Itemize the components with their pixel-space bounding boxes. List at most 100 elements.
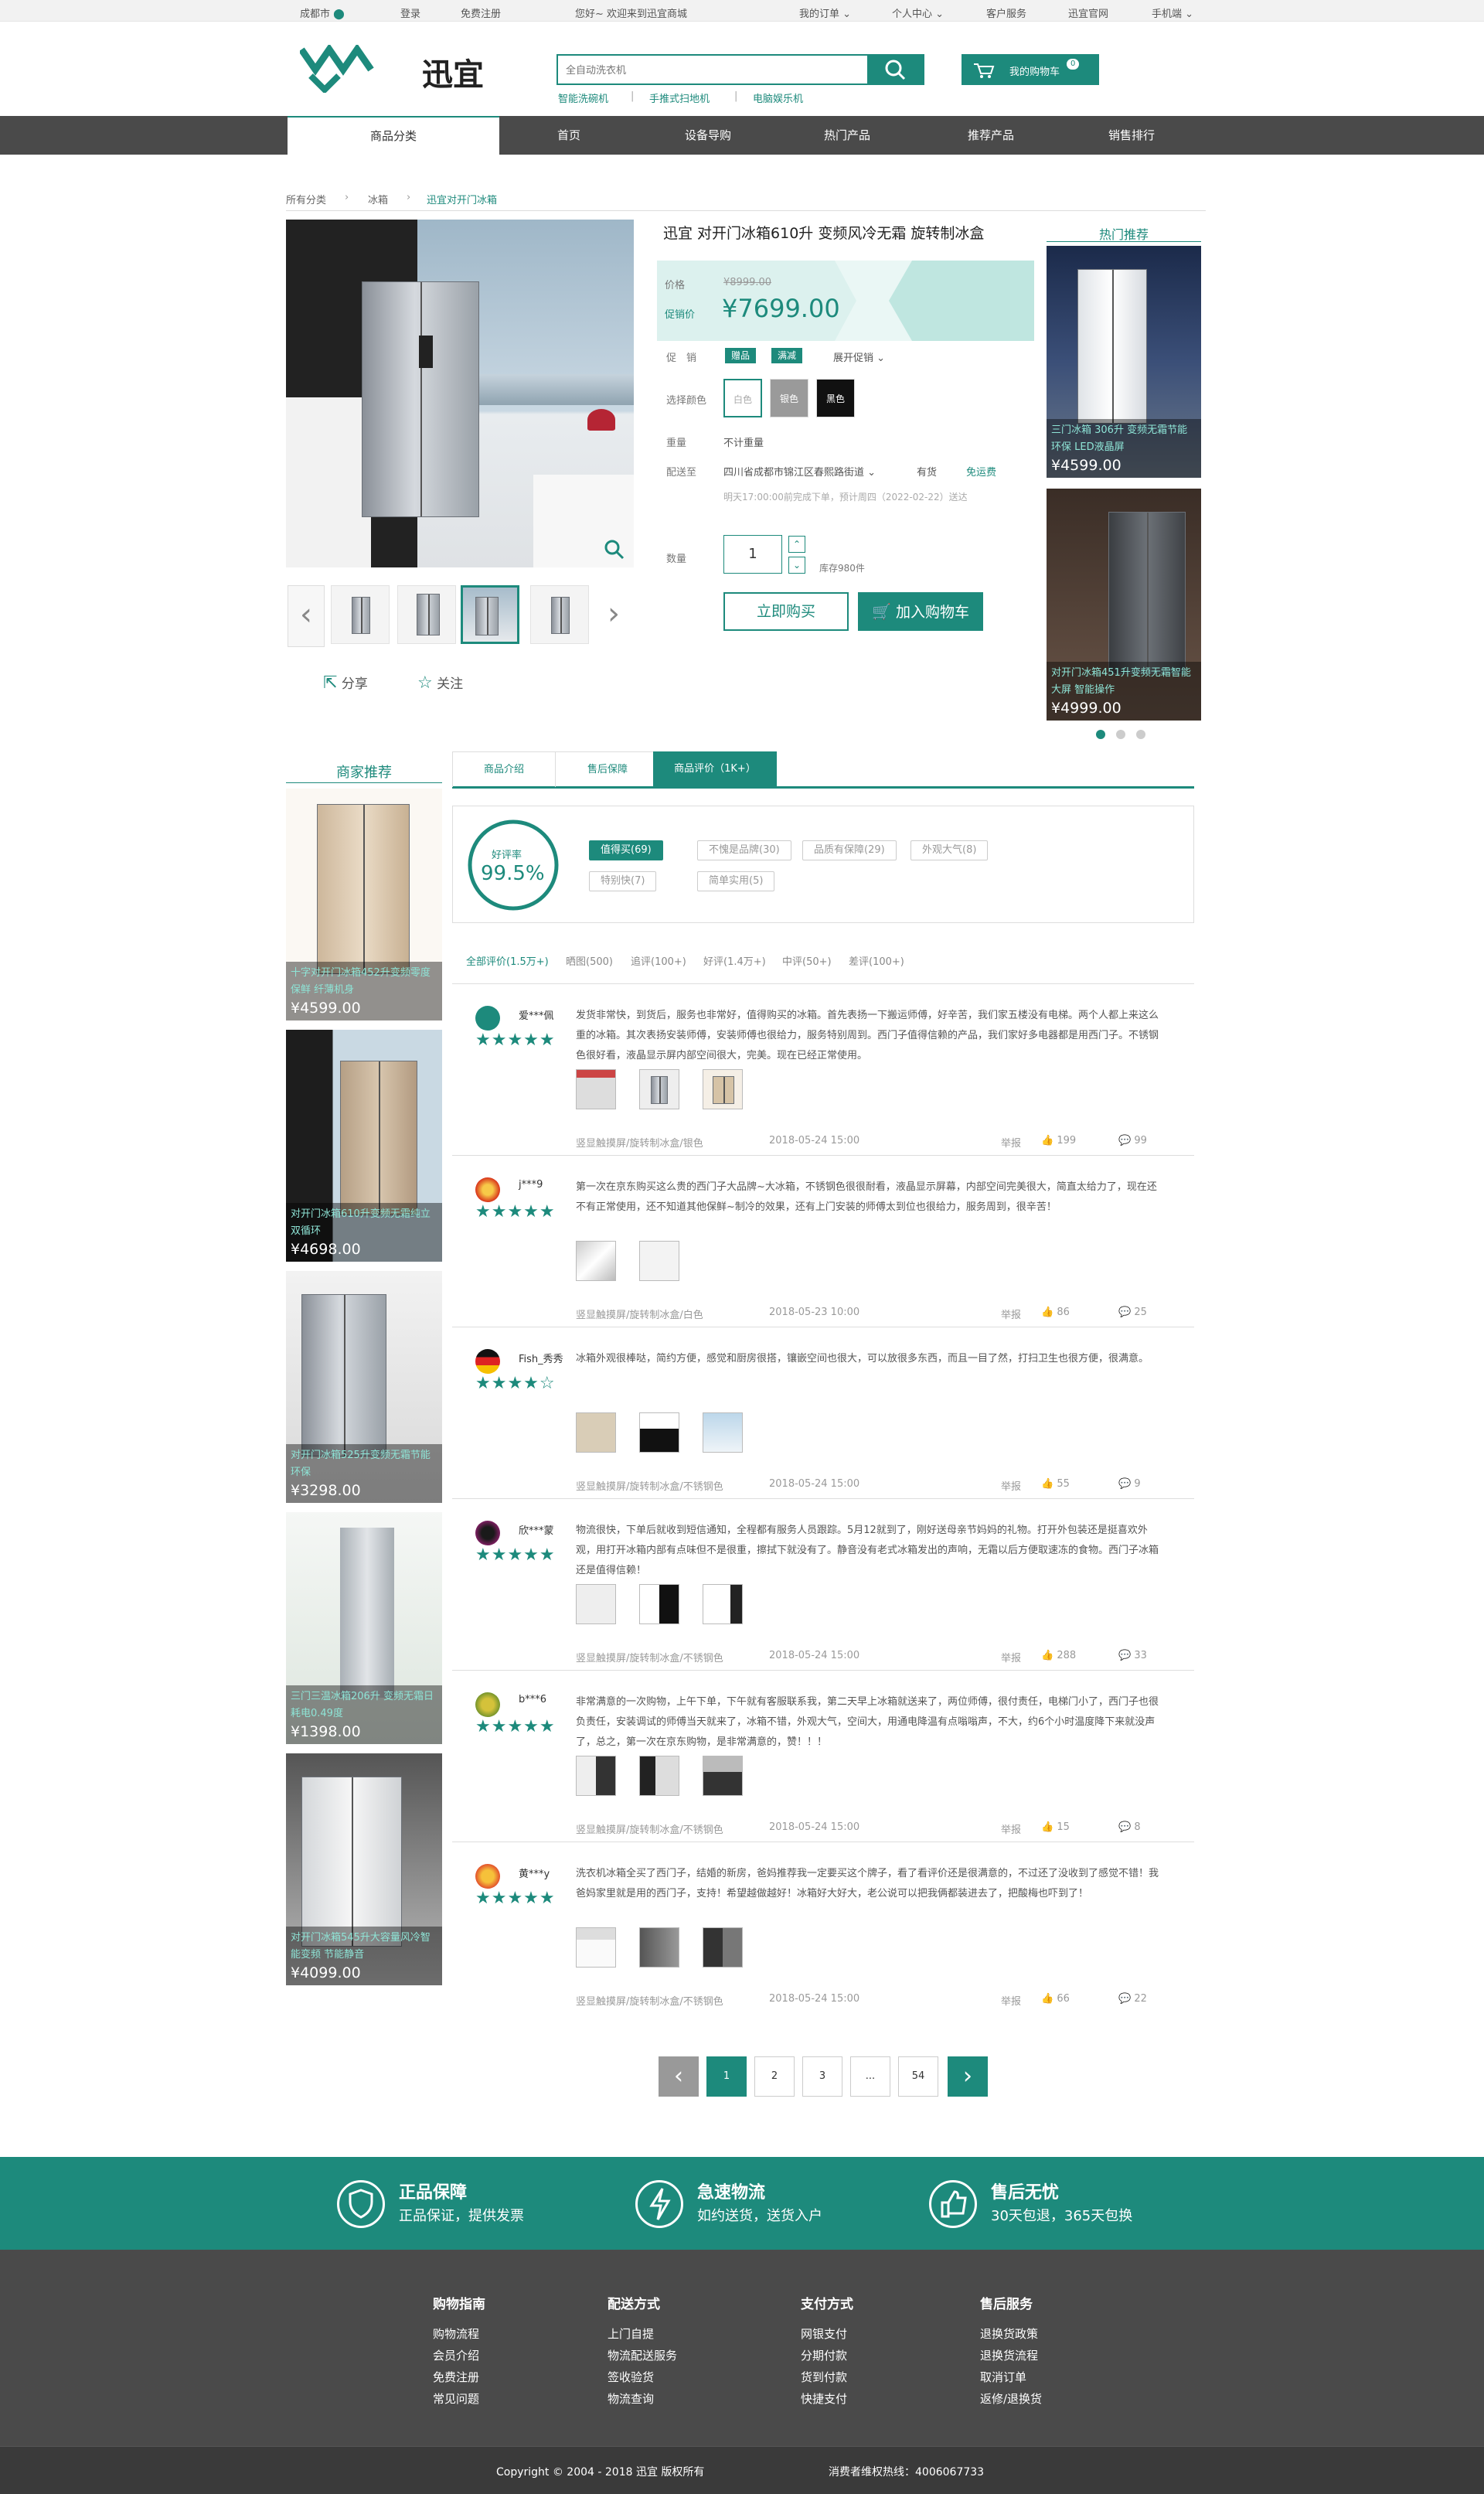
comment-button[interactable]: 💬 22 xyxy=(1118,1993,1147,2005)
footer-link[interactable]: 会员介绍 xyxy=(433,2345,485,2366)
hot-product-card[interactable]: 对开门冰箱451升变频无霜智能大屏 智能操作 ¥4999.00 xyxy=(1047,489,1201,721)
product-thumbnail[interactable] xyxy=(461,585,519,644)
thumb-prev-button[interactable]: ‹ xyxy=(288,585,325,647)
carousel-dot[interactable] xyxy=(1116,730,1125,739)
merchant-product-card[interactable]: 十字对开门冰箱452升变频零度保鲜 纤薄机身 ¥4599.00 xyxy=(286,789,442,1020)
quantity-input[interactable]: 1 xyxy=(723,535,782,574)
nav-item-ranking[interactable]: 销售排行 xyxy=(1085,116,1178,155)
comment-button[interactable]: 💬 25 xyxy=(1118,1307,1147,1318)
review-image[interactable] xyxy=(639,1927,679,1968)
color-option-black[interactable]: 黑色 xyxy=(816,379,855,417)
merchant-product-card[interactable]: 对开门冰箱545升大容量风冷智能变频 节能静音 ¥4099.00 xyxy=(286,1753,442,1985)
buy-now-button[interactable]: 立即购买 xyxy=(723,592,849,631)
footer-link[interactable]: 常见问题 xyxy=(433,2388,485,2410)
report-link[interactable]: 举报 xyxy=(1001,1993,1021,2008)
review-image[interactable] xyxy=(639,1412,679,1453)
review-tag[interactable]: 值得买(69) xyxy=(589,840,663,860)
my-orders-menu[interactable]: 我的订单 ⌄ xyxy=(799,5,851,20)
address-selector[interactable]: 四川省成都市锦江区春熙路街道 ⌄ xyxy=(723,464,876,479)
next-page-button[interactable]: › xyxy=(948,2056,988,2097)
filter-mid[interactable]: 中评(50+) xyxy=(782,953,832,968)
nav-item-hot[interactable]: 热门产品 xyxy=(801,116,893,155)
register-link[interactable]: 免费注册 xyxy=(461,5,501,20)
tab-intro[interactable]: 商品介绍 xyxy=(452,751,556,787)
product-thumbnail[interactable] xyxy=(397,585,456,644)
review-image[interactable] xyxy=(576,1069,616,1109)
footer-link[interactable]: 货到付款 xyxy=(801,2366,853,2388)
breadcrumb-item[interactable]: 冰箱 xyxy=(368,192,388,206)
review-image[interactable] xyxy=(576,1241,616,1281)
report-link[interactable]: 举报 xyxy=(1001,1650,1021,1664)
review-image[interactable] xyxy=(639,1069,679,1109)
review-image[interactable] xyxy=(703,1927,743,1968)
footer-link[interactable]: 签收验货 xyxy=(608,2366,677,2388)
login-link[interactable]: 登录 xyxy=(400,5,420,20)
tab-reviews[interactable]: 商品评价（1K+） xyxy=(653,751,777,787)
review-image[interactable] xyxy=(639,1584,679,1624)
footer-link[interactable]: 取消订单 xyxy=(980,2366,1042,2388)
review-image[interactable] xyxy=(703,1069,743,1109)
report-link[interactable]: 举报 xyxy=(1001,1478,1021,1493)
review-tag[interactable]: 外观大气(8) xyxy=(910,840,989,860)
merchant-product-card[interactable]: 三门三温冰箱206升 变频无霜日耗电0.49度 ¥1398.00 xyxy=(286,1512,442,1744)
page-number[interactable]: 3 xyxy=(802,2056,842,2097)
comment-button[interactable]: 💬 99 xyxy=(1118,1135,1147,1146)
color-option-silver[interactable]: 银色 xyxy=(770,379,808,417)
review-image[interactable] xyxy=(703,1584,743,1624)
cart-button[interactable]: 我的购物车 0 xyxy=(962,54,1099,85)
customer-service-link[interactable]: 客户服务 xyxy=(986,5,1026,20)
footer-link[interactable]: 退换货流程 xyxy=(980,2345,1042,2366)
page-number[interactable]: 2 xyxy=(754,2056,795,2097)
product-thumbnail[interactable] xyxy=(331,585,390,644)
footer-link[interactable]: 免费注册 xyxy=(433,2366,485,2388)
comment-button[interactable]: 💬 33 xyxy=(1118,1650,1147,1661)
like-button[interactable]: 👍 86 xyxy=(1041,1307,1070,1318)
page-number[interactable]: 54 xyxy=(898,2056,938,2097)
nav-item-home[interactable]: 首页 xyxy=(522,116,615,155)
nav-category[interactable]: 商品分类 xyxy=(288,116,499,155)
merchant-product-card[interactable]: 对开门冰箱610升变频无霜纯立双循环 ¥4698.00 xyxy=(286,1030,442,1262)
like-button[interactable]: 👍 199 xyxy=(1041,1135,1076,1146)
filter-good[interactable]: 好评(1.4万+) xyxy=(703,953,766,968)
review-image[interactable] xyxy=(639,1756,679,1796)
footer-link[interactable]: 返修/退换货 xyxy=(980,2388,1042,2410)
review-image[interactable] xyxy=(576,1756,616,1796)
add-to-cart-button[interactable]: 🛒 加入购物车 xyxy=(858,592,983,631)
footer-link[interactable]: 分期付款 xyxy=(801,2345,853,2366)
filter-all[interactable]: 全部评价(1.5万+) xyxy=(466,953,549,968)
footer-link[interactable]: 购物流程 xyxy=(433,2323,485,2345)
hot-keyword-link[interactable]: 电脑娱乐机 xyxy=(753,90,803,105)
nav-item-recommend[interactable]: 推荐产品 xyxy=(945,116,1037,155)
filter-pics[interactable]: 晒图(500) xyxy=(566,953,613,968)
review-image[interactable] xyxy=(576,1584,616,1624)
product-thumbnail[interactable] xyxy=(530,585,589,644)
comment-button[interactable]: 💬 8 xyxy=(1118,1821,1141,1833)
carousel-dot[interactable] xyxy=(1136,730,1145,739)
carousel-dot-active[interactable] xyxy=(1096,730,1105,739)
like-button[interactable]: 👍 66 xyxy=(1041,1993,1070,2005)
prev-page-button[interactable]: ‹ xyxy=(659,2056,699,2097)
review-tag[interactable]: 特别快(7) xyxy=(589,871,657,891)
breadcrumb-item[interactable]: 所有分类 xyxy=(286,192,326,206)
page-number-active[interactable]: 1 xyxy=(706,2056,747,2097)
footer-link[interactable]: 退换货政策 xyxy=(980,2323,1042,2345)
merchant-product-card[interactable]: 对开门冰箱525升变频无霜节能环保 ¥3298.00 xyxy=(286,1271,442,1503)
hot-keyword-link[interactable]: 手推式扫地机 xyxy=(649,90,710,105)
review-image[interactable] xyxy=(703,1756,743,1796)
filter-bad[interactable]: 差评(100+) xyxy=(849,953,904,968)
mobile-menu[interactable]: 手机端 ⌄ xyxy=(1152,5,1193,20)
filter-followup[interactable]: 追评(100+) xyxy=(631,953,686,968)
footer-link[interactable]: 上门自提 xyxy=(608,2323,677,2345)
search-button[interactable] xyxy=(867,54,924,85)
review-image[interactable] xyxy=(576,1412,616,1453)
like-button[interactable]: 👍 288 xyxy=(1041,1650,1076,1661)
expand-promo-link[interactable]: 展开促销 ⌄ xyxy=(833,349,885,364)
footer-link[interactable]: 快捷支付 xyxy=(801,2388,853,2410)
like-button[interactable]: 👍 15 xyxy=(1041,1821,1070,1833)
review-tag[interactable]: 品质有保障(29) xyxy=(802,840,897,860)
share-button[interactable]: ⇱ 分享 xyxy=(323,673,368,693)
qty-increase-button[interactable]: ⌃ xyxy=(788,536,805,553)
product-main-image[interactable] xyxy=(286,220,634,567)
footer-link[interactable]: 物流查询 xyxy=(608,2388,677,2410)
report-link[interactable]: 举报 xyxy=(1001,1821,1021,1836)
